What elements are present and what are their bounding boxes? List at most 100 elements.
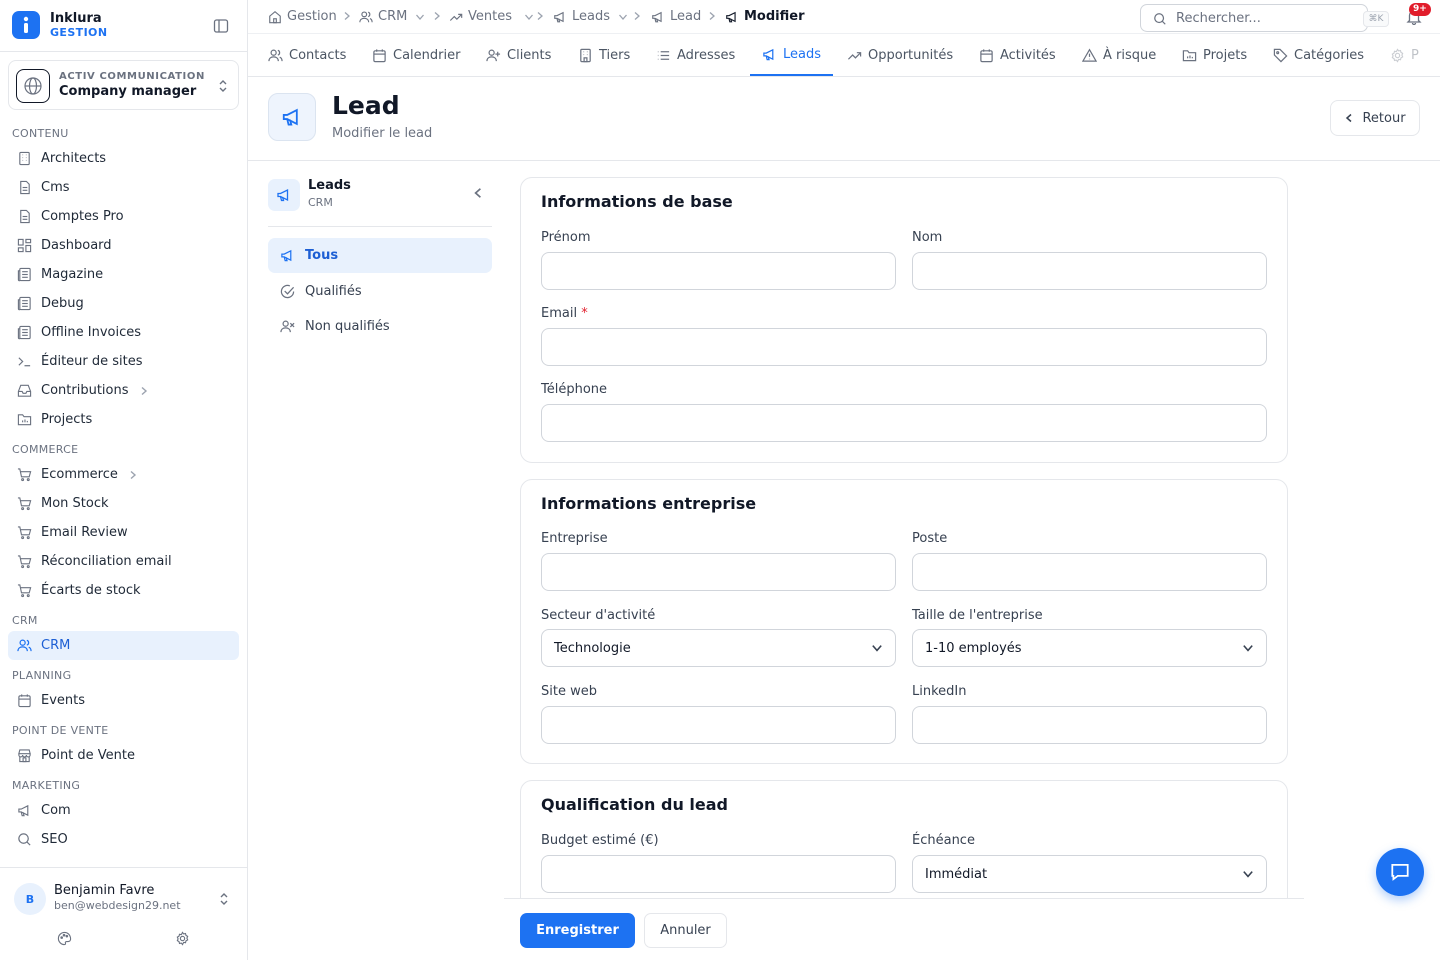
sidebar-item-label: Dashboard [41,238,112,253]
tab-label: Calendrier [393,47,461,63]
file-icon [20,209,30,224]
folder-chart-icon [1182,49,1197,61]
palette-icon[interactable] [57,931,72,946]
subnav-header: Leads CRM [268,177,492,227]
breadcrumb-ventes[interactable]: Ventes [449,9,534,24]
site-web-field[interactable] [541,706,896,744]
sidebar-item-mon-stock[interactable]: Mon Stock [8,489,239,518]
tab-label: Contacts [289,47,347,63]
brand-subtitle: GESTION [50,26,108,39]
echeance-select[interactable]: Immédiat [912,855,1267,893]
label-taille: Taille de l'entreprise [912,608,1043,623]
taille-select[interactable]: 1-10 employés [912,629,1267,667]
users-icon [268,49,283,61]
breadcrumb-crm[interactable]: CRM [359,9,425,24]
tab-projets[interactable]: Projets [1182,34,1247,76]
tab-calendrier[interactable]: Calendrier [372,34,460,76]
chevron-right-icon [634,12,640,20]
nom-field[interactable] [912,252,1267,290]
sidebar-item-label: Éditeur de sites [41,354,143,369]
save-button[interactable]: Enregistrer [520,913,635,948]
sidebar-item-reconciliation-email[interactable]: Réconciliation email [8,547,239,576]
subnav-item-qualifies[interactable]: Qualifiés [268,274,492,309]
sidebar-item-label: Contributions [41,383,129,398]
sidebar-item-events[interactable]: Events [8,686,239,715]
search-input[interactable]: Rechercher... ⌘K [1140,4,1389,32]
tab-activites[interactable]: Activités [979,34,1056,76]
breadcrumb-label: Gestion [287,9,337,24]
budget-field[interactable] [541,855,896,893]
list-icon [657,50,670,60]
tab-label: Adresses [677,47,736,63]
search-placeholder: Rechercher... [1176,11,1261,26]
tab-a-risque[interactable]: À risque [1082,34,1156,76]
sidebar-item-cms[interactable]: Cms [8,173,239,202]
sidebar-item-label: Écarts de stock [41,583,141,598]
email-field[interactable] [541,328,1267,366]
sidebar-item-offline-invoices[interactable]: Offline Invoices [8,318,239,347]
sidebar-item-architects[interactable]: Architects [8,144,239,173]
sidebar-item-ecommerce[interactable]: Ecommerce [8,460,239,489]
tab-opportunites[interactable]: Opportunités [847,34,953,76]
tab-leads[interactable]: Leads [750,34,834,76]
sidebar-item-contributions[interactable]: Contributions [8,376,239,405]
avatar: B [14,883,46,915]
sidebar-item-editeur-de-sites[interactable]: Éditeur de sites [8,347,239,376]
chevron-right-icon [537,12,543,20]
sidebar-item-email-review[interactable]: Email Review [8,518,239,547]
cart-icon [17,584,32,598]
gear-icon[interactable] [175,931,190,946]
cart-icon [17,497,32,511]
sidebar-item-point-de-vente[interactable]: Point de Vente [8,741,239,770]
sidebar-item-magazine[interactable]: Magazine [8,260,239,289]
breadcrumb-gestion[interactable]: Gestion [268,9,337,24]
sidebar-item-crm[interactable]: CRM [8,631,239,660]
sidebar-item-label: Projects [41,412,93,427]
tab-overflow[interactable]: P [1390,34,1419,76]
sidebar-item-label: Events [41,693,86,708]
cancel-button[interactable]: Annuler [644,913,727,948]
card-informations-entreprise: Informations entreprise Entreprise Poste… [520,479,1288,764]
cart-icon [17,468,32,482]
poste-field[interactable] [912,553,1267,591]
breadcrumb-label: Lead [670,9,702,24]
sidebar-item-projects[interactable]: Projects [8,405,239,434]
user-menu[interactable]: B Benjamin Favre ben@webdesign29.net [0,867,247,960]
megaphone-icon [652,11,662,22]
sidebar-item-comptes-pro[interactable]: Comptes Pro [8,202,239,231]
users-icon [359,10,373,22]
secteur-select[interactable]: Technologie [541,629,896,667]
chat-button[interactable] [1376,848,1424,896]
subnav-item-non-qualifies[interactable]: Non qualifiés [268,309,492,344]
tab-tiers[interactable]: Tiers [578,34,630,76]
breadcrumb-lead[interactable]: Lead [651,9,701,24]
message-icon [1391,863,1409,881]
card-informations-de-base: Informations de base Prénom Nom Email * … [520,177,1288,463]
linkedin-field[interactable] [912,706,1267,744]
sidebar-item-ecarts-de-stock[interactable]: Écarts de stock [8,576,239,605]
sidebar-item-seo[interactable]: SEO [8,825,239,854]
sidebar-item-debug[interactable]: Debug [8,289,239,318]
sidebar-toggle-icon[interactable] [213,18,229,34]
tab-contacts[interactable]: Contacts [268,34,346,76]
tab-label: Opportunités [868,47,954,63]
telephone-field[interactable] [541,404,1267,442]
prenom-field[interactable] [541,252,896,290]
subnav-subtitle: CRM [308,196,333,209]
label-email-text: Email [541,306,578,321]
entreprise-field[interactable] [541,553,896,591]
chevron-left-icon[interactable] [472,187,484,199]
breadcrumb-leads[interactable]: Leads [553,9,628,24]
page-subtitle: Modifier le lead [332,126,433,141]
tab-clients[interactable]: Clients [486,34,551,76]
tab-categories[interactable]: Catégories [1273,34,1364,76]
back-button[interactable]: Retour [1330,100,1420,136]
subnav-item-tous[interactable]: Tous [268,238,492,273]
organization-name: ACTIV COMMUNICATION [59,71,205,82]
sidebar-item-dashboard[interactable]: Dashboard [8,231,239,260]
tab-adresses[interactable]: Adresses [656,34,735,76]
organization-switcher[interactable]: ACTIV COMMUNICATION Company manager [8,60,239,110]
sidebar-item-com[interactable]: Com [8,796,239,825]
chevron-down-icon [525,14,533,20]
section-label-point-de-vente: POINT DE VENTE [12,724,109,737]
